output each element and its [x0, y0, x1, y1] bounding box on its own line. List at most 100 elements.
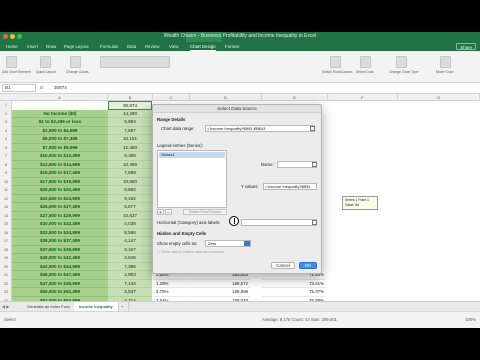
table-cell[interactable]: $50,000 to $52,499: [12, 288, 108, 297]
row-header[interactable]: 16: [0, 229, 12, 238]
row-header[interactable]: 20: [0, 263, 12, 272]
row-header[interactable]: 17: [0, 237, 12, 246]
table-cell[interactable]: $5,000 to $7,499: [12, 135, 108, 144]
add-series-button[interactable]: +: [157, 209, 164, 216]
add-sheet-icon[interactable]: +: [116, 302, 130, 311]
column-header[interactable]: F: [328, 94, 398, 101]
list-item[interactable]: Series1: [159, 152, 225, 158]
column-header[interactable]: G: [398, 94, 480, 101]
add-chart-element-icon[interactable]: [6, 56, 17, 68]
table-cell[interactable]: 9,192: [108, 194, 152, 203]
select-data-icon[interactable]: [360, 56, 371, 68]
table-cell[interactable]: 8,167: [108, 245, 152, 254]
tab-chart-design[interactable]: Chart Design: [190, 43, 216, 51]
table-cell[interactable]: $2,500 to $4,999: [12, 126, 108, 135]
move-chart-icon[interactable]: [440, 56, 451, 68]
table-cell[interactable]: 3,846: [108, 254, 152, 263]
tab-home[interactable]: Home: [6, 43, 18, 50]
table-cell[interactable]: 30,874: [108, 101, 152, 110]
row-header[interactable]: 7: [0, 152, 12, 161]
tab-data[interactable]: Data: [127, 43, 136, 50]
table-cell[interactable]: $45,000 to $47,499: [12, 271, 108, 280]
switch-row-column-icon[interactable]: [330, 56, 341, 68]
table-cell[interactable]: $20,000 to $22,499: [12, 186, 108, 195]
tab-page-layout[interactable]: Page Layout: [64, 43, 89, 50]
table-cell[interactable]: 12,480: [108, 143, 152, 152]
table-cell[interactable]: 188,572: [190, 280, 250, 288]
table-cell[interactable]: 7,396: [108, 262, 152, 271]
row-header[interactable]: 8: [0, 161, 12, 170]
table-cell[interactable]: $32,500 to $34,999: [12, 228, 108, 237]
table-cell[interactable]: 1.28%: [153, 280, 189, 288]
row-header[interactable]: 6: [0, 144, 12, 153]
table-cell[interactable]: 6,862: [108, 186, 152, 195]
table-cell[interactable]: 10,637: [108, 211, 152, 220]
column-header[interactable]: A: [12, 94, 108, 101]
collapse-name-icon[interactable]: [312, 162, 317, 167]
column-header[interactable]: E: [262, 94, 328, 101]
table-cell[interactable]: $1 to $2,499 or loss: [12, 118, 108, 127]
y-values-input[interactable]: ='Income Inequality'!$B$1: [263, 183, 317, 190]
remove-series-button[interactable]: −: [165, 209, 172, 216]
table-cell[interactable]: $25,000 to $27,499: [12, 203, 108, 212]
table-cell[interactable]: 8,566: [108, 228, 152, 237]
row-header[interactable]: 18: [0, 246, 12, 255]
formula-input[interactable]: 30874: [54, 84, 67, 92]
table-cell[interactable]: $17,500 to $19,999: [12, 177, 108, 186]
table-cell[interactable]: 2.75%: [153, 288, 189, 297]
table-cell[interactable]: 7,867: [108, 126, 152, 135]
row-header[interactable]: 15: [0, 220, 12, 229]
table-cell[interactable]: 14,280: [108, 109, 152, 118]
table-cell[interactable]: 7,134: [108, 279, 152, 288]
row-header[interactable]: 14: [0, 212, 12, 221]
table-cell[interactable]: $15,000 to $17,499: [12, 169, 108, 178]
table-cell[interactable]: $30,000 to $32,499: [12, 220, 108, 229]
table-cell[interactable]: $37,500 to $39,999: [12, 245, 108, 254]
row-header[interactable]: 11: [0, 186, 12, 195]
table-cell[interactable]: No Income ($0): [12, 109, 108, 118]
row-header[interactable]: 3: [0, 118, 12, 127]
table-cell[interactable]: $35,000 to $37,499: [12, 237, 108, 246]
table-cell[interactable]: 8,388: [108, 152, 152, 161]
table-cell[interactable]: 75.37%: [262, 288, 326, 297]
horizontal-axis-input[interactable]: [241, 219, 317, 226]
row-header[interactable]: 13: [0, 203, 12, 212]
share-button[interactable]: Share: [456, 43, 476, 50]
column-header[interactable]: D: [190, 94, 262, 101]
series-name-input[interactable]: [277, 161, 317, 168]
switch-row-column-button[interactable]: Switch Row/Column: [183, 209, 227, 215]
table-cell[interactable]: 5,984: [108, 118, 152, 127]
row-header[interactable]: 10: [0, 178, 12, 187]
change-chart-type-icon[interactable]: [396, 56, 407, 68]
table-cell[interactable]: $7,500 to $9,999: [12, 143, 108, 152]
table-cell[interactable]: $12,500 to $14,999: [12, 160, 108, 169]
row-header[interactable]: 2: [0, 110, 12, 119]
row-header[interactable]: 22: [0, 280, 12, 289]
table-cell[interactable]: 73.41%: [262, 280, 326, 288]
table-cell[interactable]: $40,000 to $42,499: [12, 254, 108, 263]
tab-draw[interactable]: Draw: [46, 43, 56, 50]
quick-layout-icon[interactable]: [40, 56, 51, 68]
name-box[interactable]: B1: [2, 84, 36, 92]
table-cell[interactable]: $42,500 to $44,999: [12, 262, 108, 271]
tab-review[interactable]: Review: [145, 43, 159, 50]
chart-styles-gallery[interactable]: [100, 56, 170, 68]
row-header[interactable]: 19: [0, 254, 12, 263]
table-cell[interactable]: 10,680: [108, 177, 152, 186]
sheet-nav-arrows-icon[interactable]: ◀ ▶: [2, 304, 9, 309]
row-header[interactable]: 23: [0, 288, 12, 297]
tab-formulas[interactable]: Formulas: [100, 43, 118, 50]
row-header[interactable]: 4: [0, 127, 12, 136]
sheet-tab-index[interactable]: Generate an Index Func: [22, 302, 77, 311]
table-cell[interactable]: 10,151: [108, 135, 152, 144]
table-cell[interactable]: 5,677: [108, 203, 152, 212]
sheet-tab-income-inequality[interactable]: Income Inequality: [74, 302, 119, 311]
series-list[interactable]: Series1: [157, 150, 227, 208]
table-cell[interactable]: 2,537: [108, 288, 152, 297]
tab-format[interactable]: Format: [225, 43, 239, 50]
table-cell[interactable]: $10,000 to $12,499: [12, 152, 108, 161]
table-cell[interactable]: 195,508: [190, 288, 250, 297]
table-cell[interactable]: $27,500 to $29,999: [12, 211, 108, 220]
table-cell[interactable]: 4,038: [108, 220, 152, 229]
row-header[interactable]: 12: [0, 195, 12, 204]
